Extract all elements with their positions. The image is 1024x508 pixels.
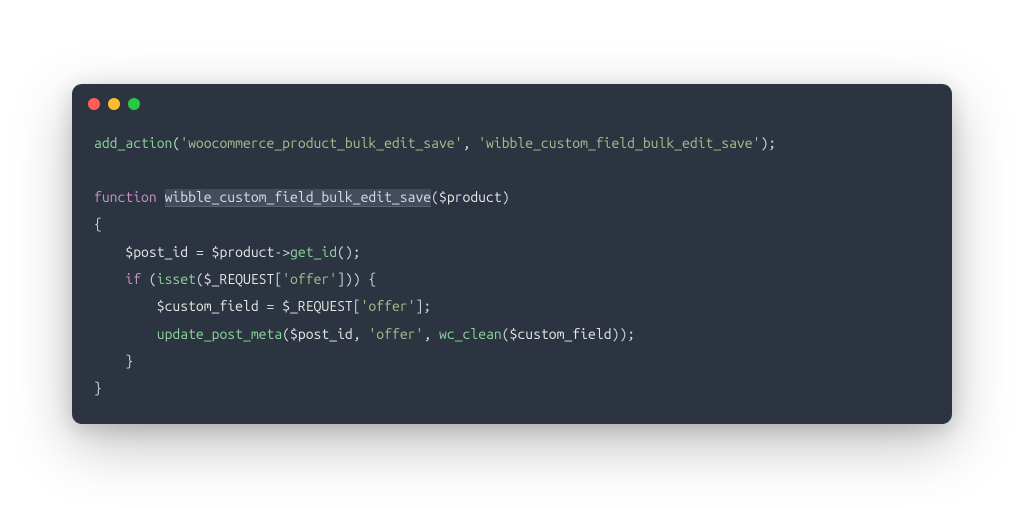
- comma: ,: [353, 326, 369, 342]
- function-name: wibble_custom_field_bulk_edit_save: [165, 189, 432, 207]
- fn-call: wc_clean: [439, 326, 502, 342]
- brace-close: }: [125, 353, 133, 369]
- zoom-icon[interactable]: [128, 98, 140, 110]
- string-literal: 'woocommerce_product_bulk_edit_save': [180, 135, 462, 151]
- arg: $post_id: [290, 326, 353, 342]
- assign: =: [259, 298, 283, 314]
- space: [157, 189, 165, 205]
- line-end: );: [619, 326, 635, 342]
- bracket-open: [: [353, 298, 361, 314]
- minimize-icon[interactable]: [108, 98, 120, 110]
- code-window: add_action ( 'woocommerce_product_bulk_edi…: [72, 84, 952, 425]
- paren-close: ): [345, 271, 353, 287]
- paren-open: (: [282, 326, 290, 342]
- superglobal: $_REQUEST: [282, 298, 353, 314]
- variable: $post_id: [125, 244, 188, 260]
- bracket-close: ]: [337, 271, 345, 287]
- code-content: add_action ( 'woocommerce_product_bulk_edi…: [72, 118, 952, 425]
- variable: $product: [212, 244, 275, 260]
- string-literal: 'offer': [368, 326, 423, 342]
- close-icon[interactable]: [88, 98, 100, 110]
- title-bar: [72, 84, 952, 118]
- block-open: ) {: [353, 271, 377, 287]
- indent: [94, 326, 157, 342]
- paren-open: (: [196, 271, 204, 287]
- indent: [94, 298, 157, 314]
- indent: [94, 244, 125, 260]
- fn-call: add_action: [94, 135, 172, 151]
- fn-call: update_post_meta: [157, 326, 282, 342]
- parameter: $product: [439, 189, 502, 205]
- keyword-if: if: [125, 271, 141, 287]
- indent: [94, 353, 125, 369]
- call-end: ();: [337, 244, 361, 260]
- comma: ,: [463, 135, 479, 151]
- string-key: 'offer': [282, 271, 337, 287]
- paren-open: (: [502, 326, 510, 342]
- brace-open: {: [94, 216, 102, 232]
- comma: ,: [423, 326, 439, 342]
- brace-close: }: [94, 380, 102, 396]
- paren-close: ): [502, 189, 510, 205]
- arg: $custom_field: [510, 326, 612, 342]
- method-call: get_id: [290, 244, 337, 260]
- superglobal: $_REQUEST: [204, 271, 275, 287]
- line-end: );: [760, 135, 776, 151]
- string-key: 'offer': [361, 298, 416, 314]
- fn-isset: isset: [157, 271, 196, 287]
- paren: (: [141, 271, 157, 287]
- bracket-close: ];: [415, 298, 431, 314]
- string-literal: 'wibble_custom_field_bulk_edit_save': [478, 135, 760, 151]
- arrow: ->: [274, 244, 290, 260]
- paren-open: (: [431, 189, 439, 205]
- keyword-function: function: [94, 189, 157, 205]
- indent: [94, 271, 125, 287]
- variable: $custom_field: [157, 298, 259, 314]
- assign: =: [188, 244, 212, 260]
